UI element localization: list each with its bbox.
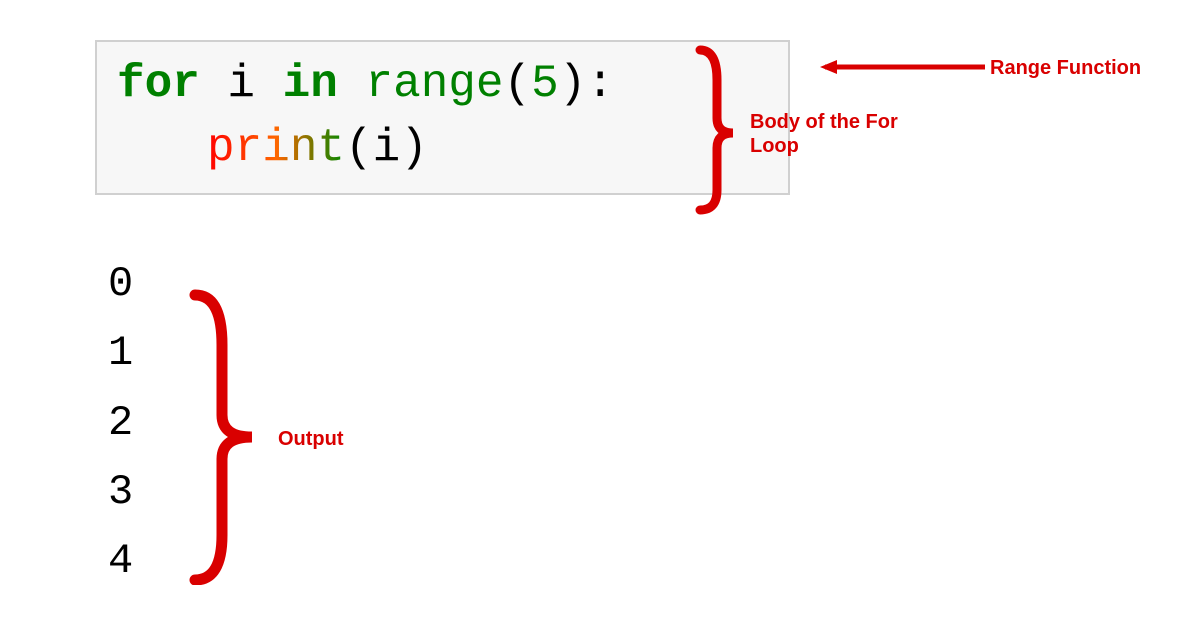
close-paren: )	[400, 122, 428, 174]
space	[338, 58, 366, 110]
close-paren: )	[559, 58, 587, 110]
range-argument: 5	[531, 58, 559, 110]
output-line: 2	[108, 389, 133, 458]
body-brace-icon	[685, 40, 745, 215]
code-line-1: for i in range(5):	[117, 52, 768, 116]
output-line: 0	[108, 250, 133, 319]
open-paren: (	[504, 58, 532, 110]
keyword-in: in	[283, 58, 338, 110]
output-block: 0 1 2 3 4	[108, 250, 133, 596]
output-line: 3	[108, 458, 133, 527]
range-label: Range Function	[990, 57, 1141, 80]
print-argument: i	[373, 122, 401, 174]
output-brace-icon	[180, 285, 270, 585]
colon: :	[586, 58, 614, 110]
range-function: range	[365, 58, 503, 110]
print-function: print	[207, 122, 345, 174]
open-paren: (	[345, 122, 373, 174]
output-line: 4	[108, 527, 133, 596]
output-label: Output	[278, 428, 344, 451]
keyword-for: for	[117, 58, 200, 110]
range-arrow-icon	[815, 55, 990, 80]
output-line: 1	[108, 319, 133, 388]
variable-i: i	[200, 58, 283, 110]
body-label: Body of the For Loop	[750, 110, 920, 158]
code-line-2: print(i)	[117, 116, 768, 180]
